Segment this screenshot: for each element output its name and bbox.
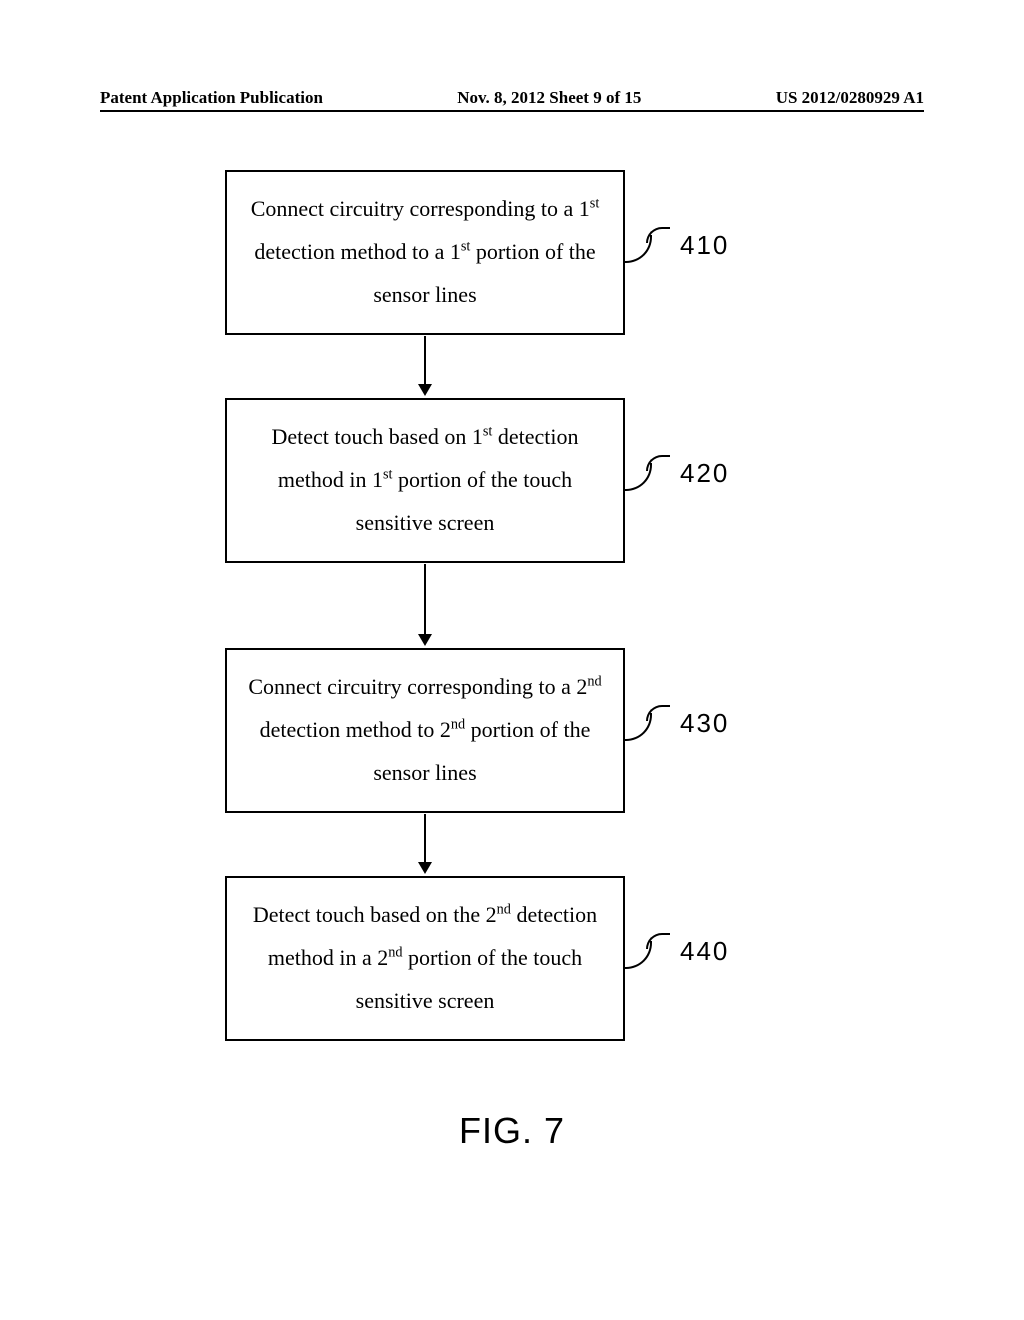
header-center: Nov. 8, 2012 Sheet 9 of 15 [457, 88, 641, 108]
header-rule [100, 110, 924, 112]
header-right: US 2012/0280929 A1 [776, 88, 924, 108]
flow-step-440: Detect touch based on the 2nd detection … [225, 876, 625, 1041]
ref-leader-430: 430 [628, 708, 729, 739]
ref-leader-410: 410 [628, 230, 729, 261]
flow-arrow-icon [424, 814, 426, 872]
flow-arrow-icon [424, 564, 426, 644]
ref-leader-420: 420 [628, 458, 729, 489]
ref-number: 440 [680, 936, 729, 967]
ref-number: 420 [680, 458, 729, 489]
page-header: Patent Application Publication Nov. 8, 2… [0, 88, 1024, 108]
flow-step-420: Detect touch based on 1st detection meth… [225, 398, 625, 563]
leader-curve-icon [628, 709, 668, 739]
flow-step-430: Connect circuitry corresponding to a 2nd… [225, 648, 625, 813]
ref-number: 430 [680, 708, 729, 739]
header-left: Patent Application Publication [100, 88, 323, 108]
figure-label: FIG. 7 [0, 1110, 1024, 1152]
ref-number: 410 [680, 230, 729, 261]
leader-curve-icon [628, 937, 668, 967]
flow-step-410: Connect circuitry corresponding to a 1st… [225, 170, 625, 335]
ref-leader-440: 440 [628, 936, 729, 967]
leader-curve-icon [628, 231, 668, 261]
flow-arrow-icon [424, 336, 426, 394]
leader-curve-icon [628, 459, 668, 489]
